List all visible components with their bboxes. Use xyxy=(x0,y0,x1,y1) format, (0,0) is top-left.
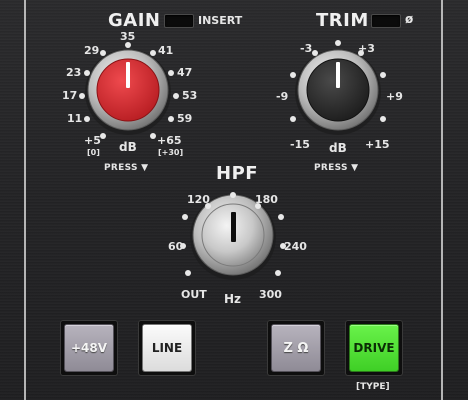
hpf-scale-dot xyxy=(278,214,284,220)
trim-scale-dot xyxy=(290,116,296,122)
trim-knob[interactable] xyxy=(295,49,381,135)
phantom-power-button[interactable]: +48V xyxy=(65,325,113,371)
line-button[interactable]: LINE xyxy=(143,325,191,371)
gain-sub-high: [+30] xyxy=(158,148,184,157)
hpf-scale-label: OUT xyxy=(181,288,207,301)
trim-scale-label: +15 xyxy=(365,138,390,151)
gain-sub-low: [0] xyxy=(87,148,100,157)
gain-scale-dot xyxy=(79,93,85,99)
gain-scale-label: 41 xyxy=(158,44,174,57)
trim-scale-label: +9 xyxy=(386,90,403,103)
hpf-knob[interactable] xyxy=(190,194,276,280)
gain-scale-dot xyxy=(168,116,174,122)
trim-scale-label: -3 xyxy=(300,42,313,55)
gain-scale-label: 29 xyxy=(84,44,100,57)
gain-scale-label: 53 xyxy=(182,89,198,102)
gain-scale-label: 59 xyxy=(177,112,193,125)
drive-button-frame: DRIVE xyxy=(345,320,403,376)
hpf-scale-dot xyxy=(230,192,236,198)
gain-press-label[interactable]: PRESS ▼ xyxy=(104,163,148,173)
trim-scale-dot xyxy=(312,50,318,56)
gain-scale-dot xyxy=(168,70,174,76)
gain-scale-label: 47 xyxy=(177,66,193,79)
gain-scale-label: +5 xyxy=(84,134,101,147)
gain-scale-label: 11 xyxy=(67,112,83,125)
trim-scale-label: -15 xyxy=(290,138,310,151)
gain-scale-label: 17 xyxy=(62,89,78,102)
trim-scale-dot xyxy=(335,40,341,46)
hpf-scale-dot xyxy=(185,270,191,276)
gain-scale-dot xyxy=(100,50,106,56)
line-button-frame: LINE xyxy=(138,320,196,376)
gain-knob[interactable] xyxy=(85,49,171,135)
gain-unit: dB xyxy=(119,140,137,154)
trim-scale-dot xyxy=(290,72,296,78)
impedance-button[interactable]: Z Ω xyxy=(272,325,320,371)
trim-scale-dot xyxy=(380,72,386,78)
trim-scale-dot xyxy=(380,116,386,122)
phase-led[interactable] xyxy=(371,14,401,28)
preamp-panel: GAIN INSERT 29 35 41 23 47 17 53 11 59 +… xyxy=(0,0,468,400)
hpf-unit: Hz xyxy=(224,292,242,306)
gain-scale-dot xyxy=(84,70,90,76)
hpf-scale-dot xyxy=(275,270,281,276)
hpf-scale-label: 180 xyxy=(255,193,278,206)
drive-button[interactable]: DRIVE xyxy=(350,325,398,371)
trim-unit: dB xyxy=(329,141,347,155)
gain-scale-label: +65 xyxy=(157,134,182,147)
gain-scale-dot xyxy=(100,133,106,139)
gain-scale-label: 35 xyxy=(120,30,136,43)
trim-title: TRIM xyxy=(316,10,369,31)
gain-scale-label: 23 xyxy=(66,66,82,79)
hpf-scale-label: 120 xyxy=(187,193,210,206)
hpf-scale-label: 300 xyxy=(259,288,282,301)
gain-scale-dot xyxy=(150,50,156,56)
hpf-title: HPF xyxy=(216,163,259,184)
gain-scale-dot xyxy=(173,93,179,99)
drive-type-label: [TYPE] xyxy=(356,382,390,392)
phantom-button-frame: +48V xyxy=(60,320,118,376)
gain-scale-dot xyxy=(84,116,90,122)
trim-press-label[interactable]: PRESS ▼ xyxy=(314,163,358,173)
hpf-scale-label: 60 xyxy=(168,240,184,253)
hpf-scale-label: 240 xyxy=(284,240,307,253)
hpf-scale-dot xyxy=(182,214,188,220)
trim-scale-label: +3 xyxy=(358,42,375,55)
trim-scale-label: -9 xyxy=(276,90,289,103)
impedance-button-frame: Z Ω xyxy=(267,320,325,376)
phase-label: ø xyxy=(405,12,414,26)
gain-scale-dot xyxy=(150,133,156,139)
